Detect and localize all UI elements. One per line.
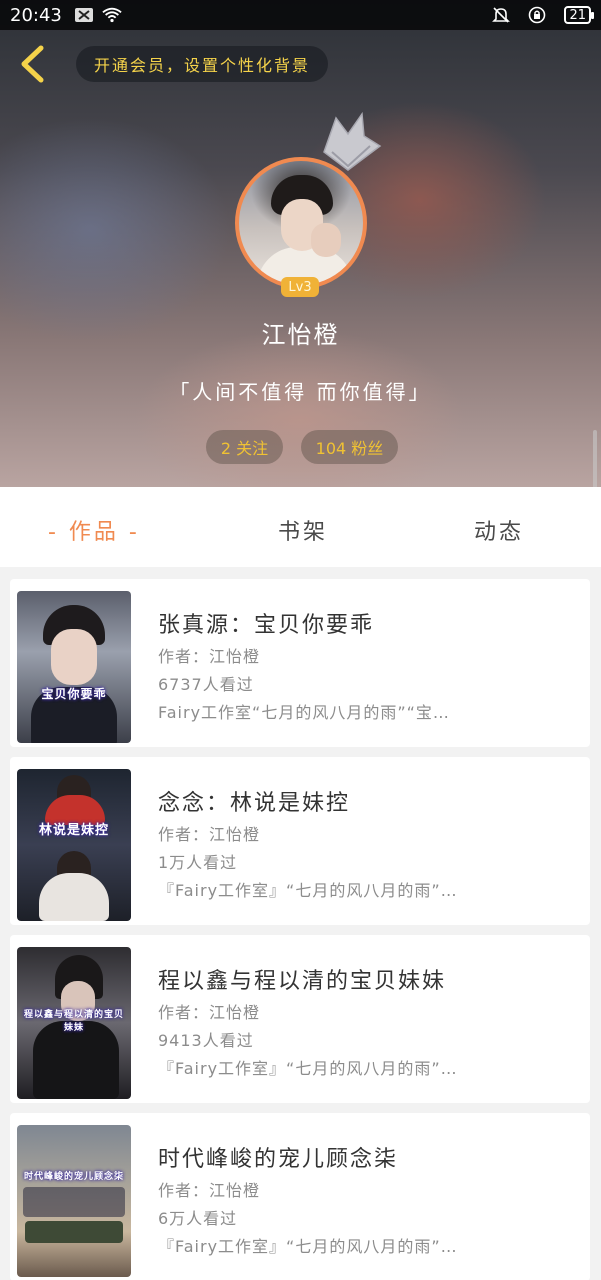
cover-caption: 程以鑫与程以清的宝贝妹妹 xyxy=(23,1010,124,1033)
work-title: 时代峰峻的宠儿顾念柒 xyxy=(158,1147,399,1172)
work-cover: 程以鑫与程以清的宝贝妹妹 xyxy=(17,947,131,1099)
wifi-icon xyxy=(102,7,122,23)
follow-stats: 2 关注 104 粉丝 xyxy=(206,430,398,464)
work-description: 『Fairy工作室』“七月的风八月的雨”… xyxy=(158,881,458,900)
work-author: 作者：江怡橙 xyxy=(158,825,261,844)
back-button[interactable] xyxy=(14,44,50,84)
vip-prompt-text: 开通会员，设置个性化背景 xyxy=(93,56,310,75)
cover-caption: 时代峰峻的宠儿顾念柒 xyxy=(23,1172,124,1182)
vip-background-prompt[interactable]: 开通会员，设置个性化背景 xyxy=(76,46,328,82)
fans-count-button[interactable]: 104 粉丝 xyxy=(301,430,398,464)
work-cover: 时代峰峻的宠儿顾念柒 xyxy=(17,1125,131,1277)
following-count-label: 2 关注 xyxy=(220,439,269,458)
work-views: 6万人看过 xyxy=(158,1209,238,1228)
work-cover: 林说是妹控 xyxy=(17,769,131,921)
work-card[interactable]: 时代峰峻的宠儿顾念柒 时代峰峻的宠儿顾念柒 作者：江怡橙 6万人看过 『Fair… xyxy=(10,1113,590,1280)
work-card[interactable]: 宝贝你要乖 张真源：宝贝你要乖 作者：江怡橙 6737人看过 Fairy工作室“… xyxy=(10,579,590,747)
tab-activity[interactable]: 动态 xyxy=(474,514,524,546)
work-description: 『Fairy工作室』“七月的风八月的雨”… xyxy=(158,1059,458,1078)
tab-bookshelf[interactable]: 书架 xyxy=(278,514,328,546)
profile-tabs: - 作品 - 书架 动态 xyxy=(0,487,601,567)
work-cover: 宝贝你要乖 xyxy=(17,591,131,743)
work-title: 念念：林说是妹控 xyxy=(158,791,351,816)
following-count-button[interactable]: 2 关注 xyxy=(206,430,283,464)
level-badge: Lv3 xyxy=(281,277,319,297)
work-title: 张真源：宝贝你要乖 xyxy=(158,613,375,638)
work-title: 程以鑫与程以清的宝贝妹妹 xyxy=(158,969,447,994)
scroll-indicator xyxy=(593,430,597,487)
work-description: 『Fairy工作室』“七月的风八月的雨”… xyxy=(158,1237,458,1256)
tab-works[interactable]: - 作品 - xyxy=(48,514,140,546)
cover-caption: 林说是妹控 xyxy=(38,823,109,838)
username: 江怡橙 xyxy=(261,321,340,349)
work-views: 6737人看过 xyxy=(158,675,254,694)
battery-indicator: 21 xyxy=(564,6,594,24)
work-card[interactable]: 林说是妹控 念念：林说是妹控 作者：江怡橙 1万人看过 『Fairy工作室』“七… xyxy=(10,757,590,925)
profile-header: 20:43 21 开通会员，设置个性化背景 Lv3 江怡橙 「人间不值得 而你值… xyxy=(0,0,601,487)
user-signature: 「人间不值得 而你值得」 xyxy=(169,380,432,404)
bell-off-icon xyxy=(492,7,512,23)
chevron-left-icon xyxy=(21,45,44,83)
work-views: 9413人看过 xyxy=(158,1031,254,1050)
fans-count-label: 104 粉丝 xyxy=(315,439,384,458)
message-icon xyxy=(74,7,94,23)
work-author: 作者：江怡橙 xyxy=(158,1003,261,1022)
work-author: 作者：江怡橙 xyxy=(158,1181,261,1200)
work-description: Fairy工作室“七月的风八月的雨”“宝… xyxy=(158,703,450,722)
battery-level: 21 xyxy=(569,7,586,23)
work-card[interactable]: 程以鑫与程以清的宝贝妹妹 程以鑫与程以清的宝贝妹妹 作者：江怡橙 9413人看过… xyxy=(10,935,590,1103)
work-views: 1万人看过 xyxy=(158,853,238,872)
status-time: 20:43 xyxy=(10,4,62,26)
status-bar: 20:43 21 xyxy=(0,0,601,30)
avatar[interactable] xyxy=(235,157,367,289)
lock-rotation-icon xyxy=(528,6,548,24)
cover-caption: 宝贝你要乖 xyxy=(41,687,107,701)
work-author: 作者：江怡橙 xyxy=(158,647,261,666)
